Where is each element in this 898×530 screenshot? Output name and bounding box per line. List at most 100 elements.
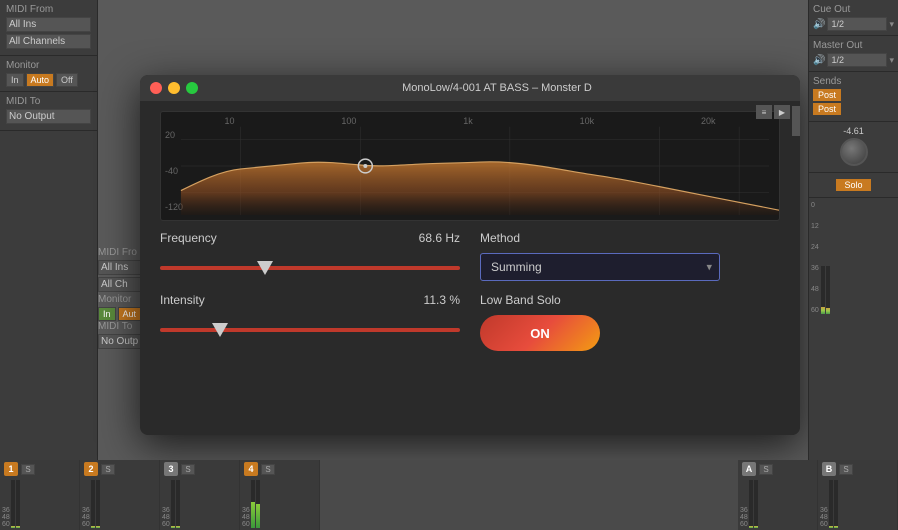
monitor-label: Monitor <box>6 60 91 71</box>
monitor-auto-btn[interactable]: Auto <box>26 73 55 87</box>
frequency-value: 68.6 Hz <box>419 231 460 245</box>
frequency-control: Frequency 68.6 Hz <box>160 231 460 283</box>
midi-from-label: MIDI From <box>6 4 91 15</box>
cue-out-channel: 1/2 <box>827 17 887 31</box>
t2-l1: 36 <box>82 507 90 514</box>
solo-button[interactable]: Solo <box>836 179 870 191</box>
track-2-meter-r <box>96 480 100 528</box>
meter-label-12: 12 <box>811 223 819 230</box>
plugin-window: MonoLow/4-001 AT BASS – Monster D ≡ ▶ 10… <box>140 75 800 435</box>
midi-to-select[interactable]: No Output <box>6 109 91 124</box>
track-1: 1 S 36 48 60 <box>0 460 80 530</box>
track-a-fill-l <box>749 526 753 528</box>
plugin-transport-area: ≡ ▶ <box>756 105 790 119</box>
monitor2-auto-btn[interactable]: Aut <box>118 307 142 321</box>
monitor2-in-btn[interactable]: In <box>98 307 116 321</box>
monitor-buttons: In Auto Off <box>6 73 91 87</box>
frequency-label: Frequency <box>160 231 217 245</box>
midi-to-label: MIDI To <box>6 96 91 107</box>
volume-section: -4.61 <box>809 122 898 173</box>
track-a-header: A S <box>738 460 817 478</box>
track-2-meter-l <box>91 480 95 528</box>
plugin-title: MonoLow/4-001 AT BASS – Monster D <box>204 82 790 94</box>
track-4-meter-area: 36 48 60 <box>240 478 319 530</box>
t4-l1: 36 <box>242 507 250 514</box>
track-a-meter-l <box>749 480 753 528</box>
low-band-label: Low Band Solo <box>480 293 780 307</box>
plugin-scrollbar[interactable] <box>792 101 800 435</box>
track-2-fill-r <box>96 526 100 528</box>
monitor-off-btn[interactable]: Off <box>56 73 78 87</box>
meter-label-60: 60 <box>811 307 819 314</box>
intensity-control: Intensity 11.3 % <box>160 293 460 345</box>
right-meter-fill-1 <box>821 307 825 314</box>
volume-knob[interactable] <box>840 138 868 166</box>
transport-play-btn[interactable]: ▶ <box>774 105 790 119</box>
vol-display: -4.61 <box>813 126 894 136</box>
close-button[interactable] <box>150 82 162 94</box>
track-1-solo[interactable]: S <box>21 464 35 475</box>
track-b-solo[interactable]: S <box>839 464 853 475</box>
master-out-label: Master Out <box>813 40 894 51</box>
track-3-fill-r <box>176 526 180 528</box>
post-button-1[interactable]: Post <box>813 89 841 101</box>
intensity-slider-container <box>160 315 460 345</box>
master-out-row: 🔊 1/2 ▾ <box>813 53 894 67</box>
ta-l3: 60 <box>740 521 748 528</box>
track-3-header: 3 S <box>160 460 239 478</box>
sends-section: Sends Post Post <box>809 72 898 122</box>
t2-l2: 48 <box>82 514 90 521</box>
midi-from-section: MIDI From All Ins All Channels <box>0 0 97 56</box>
track-2-header: 2 S <box>80 460 159 478</box>
tb-l1: 36 <box>820 507 828 514</box>
transport-menu-btn[interactable]: ≡ <box>756 105 772 119</box>
track-3-number: 3 <box>164 462 178 476</box>
right-meter-area: 0 12 24 36 48 60 <box>809 198 898 318</box>
track-1-fill-r <box>16 526 20 528</box>
maximize-button[interactable] <box>186 82 198 94</box>
track-a-meter-area: 36 48 60 <box>738 478 817 530</box>
track-b-meter-l <box>829 480 833 528</box>
midi-from-select[interactable]: All Ins <box>6 17 91 32</box>
track-3-solo[interactable]: S <box>181 464 195 475</box>
monitor-in-btn[interactable]: In <box>6 73 24 87</box>
cue-out-section: Cue Out 🔊 1/2 ▾ <box>809 0 898 36</box>
plugin-scrollbar-thumb[interactable] <box>792 106 800 136</box>
track-1-meter-l <box>11 480 15 528</box>
plugin-titlebar: MonoLow/4-001 AT BASS – Monster D <box>140 75 800 101</box>
track-3-meter-l <box>171 480 175 528</box>
master-out-icon: 🔊 <box>813 55 825 66</box>
master-out-channel: 1/2 <box>827 53 887 67</box>
frequency-slider-thumb[interactable] <box>257 261 273 275</box>
track-3-labels: 36 48 60 <box>162 480 170 528</box>
track-2-number: 2 <box>84 462 98 476</box>
minimize-button[interactable] <box>168 82 180 94</box>
method-select[interactable]: Summing Filtering Spectral <box>480 253 720 281</box>
meter-label-48: 48 <box>811 286 819 293</box>
master-out-arrow[interactable]: ▾ <box>889 55 894 66</box>
track-2-labels: 36 48 60 <box>82 480 90 528</box>
track-a: A S 36 48 60 <box>738 460 818 530</box>
track-b-meter-area: 36 48 60 <box>818 478 897 530</box>
method-select-wrapper: Summing Filtering Spectral <box>480 253 720 281</box>
right-meter-bar-1 <box>821 266 825 314</box>
track-4-meter-l <box>251 480 255 528</box>
midi-channel-select[interactable]: All Channels <box>6 34 91 49</box>
track-a-fill-r <box>754 526 758 528</box>
post-button-2[interactable]: Post <box>813 103 841 115</box>
track-2: 2 S 36 48 60 <box>80 460 160 530</box>
low-band-solo-on-button[interactable]: ON <box>480 315 600 351</box>
intensity-label: Intensity <box>160 293 205 307</box>
track-b-number: B <box>822 462 836 476</box>
track-4-meter-r <box>256 480 260 528</box>
track-2-solo[interactable]: S <box>101 464 115 475</box>
cue-out-arrow[interactable]: ▾ <box>889 19 894 30</box>
intensity-slider-thumb[interactable] <box>212 323 228 337</box>
track-a-solo[interactable]: S <box>759 464 773 475</box>
cue-out-row: 🔊 1/2 ▾ <box>813 17 894 31</box>
track-4-solo[interactable]: S <box>261 464 275 475</box>
frequency-slider-track <box>160 266 460 270</box>
track-4-fill-r <box>256 504 260 528</box>
track-2-fill-l <box>91 526 95 528</box>
meter-label-36: 36 <box>811 265 819 272</box>
